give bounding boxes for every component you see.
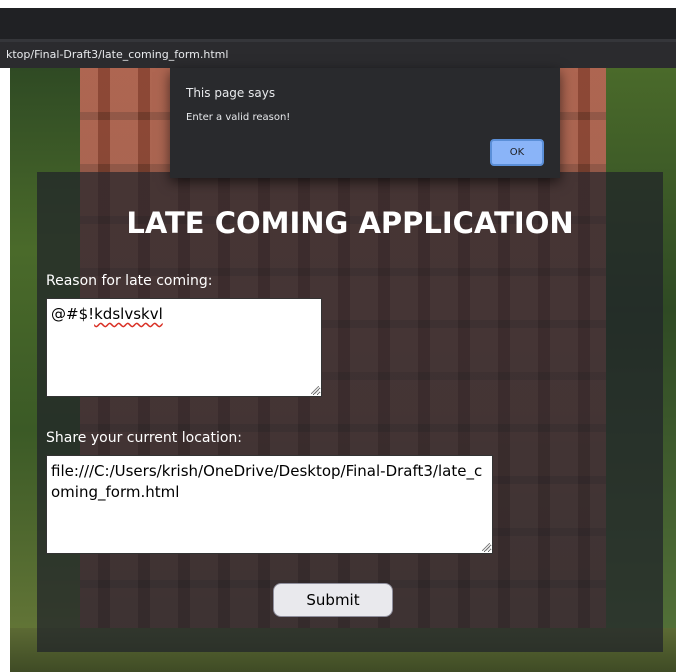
form-card: LATE COMING APPLICATION Reason for late … [37, 172, 663, 652]
page-title: LATE COMING APPLICATION [126, 206, 574, 240]
reason-text-plain: @#$! [51, 305, 95, 323]
location-textarea[interactable]: file:///C:/Users/krish/OneDrive/Desktop/… [46, 455, 493, 554]
location-text: file:///C:/Users/krish/OneDrive/Desktop/… [51, 462, 483, 501]
resize-grip-icon[interactable] [482, 543, 490, 551]
reason-text-misspelled: kdslvskvl [94, 305, 163, 323]
alert-dialog: This page says Enter a valid reason! OK [170, 68, 560, 178]
alert-title: This page says [186, 86, 276, 100]
resize-grip-icon[interactable] [311, 386, 319, 394]
ok-button[interactable]: OK [490, 139, 544, 166]
address-bar[interactable]: ktop/Final-Draft3/late_coming_form.html [0, 42, 676, 68]
top-border [0, 0, 676, 8]
alert-message: Enter a valid reason! [186, 112, 291, 123]
location-label: Share your current location: [46, 430, 242, 446]
reason-label: Reason for late coming: [46, 273, 213, 289]
submit-button[interactable]: Submit [273, 583, 393, 617]
browser-tab-bar [0, 8, 676, 39]
address-text: ktop/Final-Draft3/late_coming_form.html [6, 48, 229, 61]
reason-textarea[interactable]: @#$!kdslvskvl [46, 298, 322, 397]
